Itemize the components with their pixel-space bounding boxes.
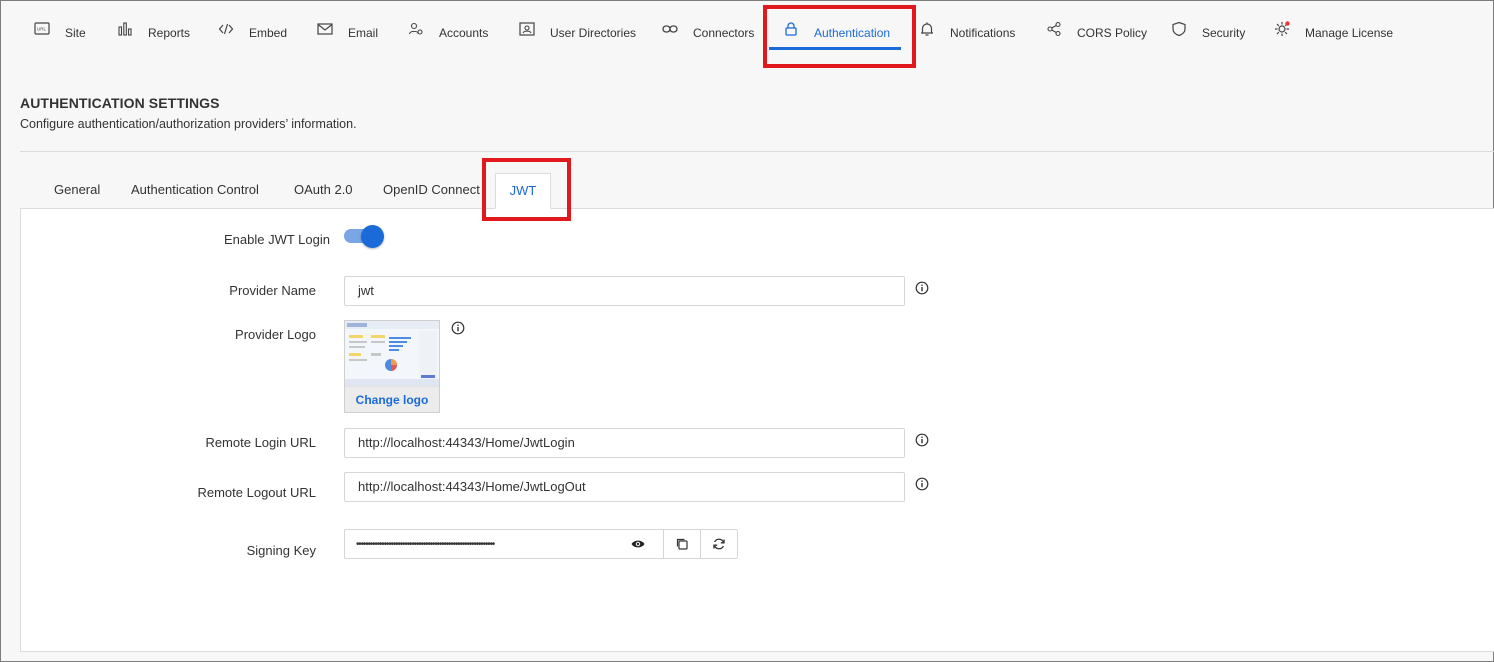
bell-icon bbox=[918, 20, 936, 38]
nav-label: Email bbox=[348, 26, 379, 40]
lock-icon bbox=[782, 20, 800, 38]
top-navigation: URL Site Reports Embed Email Accounts Us… bbox=[1, 1, 1493, 63]
nav-item-embed[interactable]: Embed bbox=[217, 15, 287, 49]
remote-login-info-icon[interactable] bbox=[915, 433, 929, 447]
shield-icon bbox=[1170, 20, 1188, 38]
link-icon bbox=[661, 20, 679, 38]
copy-icon bbox=[676, 538, 688, 550]
signing-key-label: Signing Key bbox=[246, 543, 316, 558]
code-icon bbox=[217, 20, 235, 38]
nav-label: Connectors bbox=[693, 26, 755, 40]
tab-jwt[interactable]: JWT bbox=[495, 173, 551, 209]
page-title: AUTHENTICATION SETTINGS bbox=[20, 95, 220, 111]
nav-label: User Directories bbox=[550, 26, 637, 40]
bar-chart-icon bbox=[116, 20, 134, 38]
nav-item-user-directories[interactable]: User Directories bbox=[518, 15, 636, 49]
show-key-button[interactable] bbox=[627, 535, 649, 553]
provider-name-label: Provider Name bbox=[229, 283, 316, 298]
page-subtitle: Configure authentication/authorization p… bbox=[20, 117, 357, 131]
signing-key-value: ••••••••••••••••••••••••••••••••••••••••… bbox=[356, 538, 495, 550]
nav-item-reports[interactable]: Reports bbox=[116, 15, 190, 49]
nav-label: Reports bbox=[148, 26, 191, 40]
refresh-icon bbox=[713, 538, 725, 550]
provider-logo-label: Provider Logo bbox=[235, 327, 316, 342]
nav-item-notifications[interactable]: Notifications bbox=[918, 15, 1015, 49]
url-icon: URL bbox=[33, 20, 51, 38]
email-icon bbox=[316, 20, 334, 38]
nav-item-cors-policy[interactable]: CORS Policy bbox=[1045, 15, 1147, 49]
remote-login-input[interactable]: http://localhost:44343/Home/JwtLogin bbox=[344, 428, 905, 458]
logo-thumbnail-image bbox=[345, 321, 439, 387]
users-gear-icon bbox=[407, 20, 425, 38]
nav-label: Security bbox=[1202, 26, 1246, 40]
nav-item-authentication[interactable]: Authentication bbox=[782, 15, 890, 49]
nav-item-security[interactable]: Security bbox=[1170, 15, 1245, 49]
remote-login-label: Remote Login URL bbox=[205, 435, 316, 450]
nav-item-connectors[interactable]: Connectors bbox=[661, 15, 754, 49]
provider-name-input[interactable]: jwt bbox=[344, 276, 905, 306]
tab-openid-connect[interactable]: OpenID Connect bbox=[383, 173, 480, 209]
license-gear-icon bbox=[1273, 20, 1291, 38]
nav-item-email[interactable]: Email bbox=[316, 15, 378, 49]
signing-key-input[interactable]: ••••••••••••••••••••••••••••••••••••••••… bbox=[345, 530, 663, 558]
change-logo-button[interactable]: Change logo bbox=[345, 387, 439, 412]
nav-label: Embed bbox=[249, 26, 288, 40]
remote-logout-info-icon[interactable] bbox=[915, 477, 929, 491]
signing-key-group: ••••••••••••••••••••••••••••••••••••••••… bbox=[344, 529, 738, 559]
nav-label: Accounts bbox=[439, 26, 489, 40]
copy-key-button[interactable] bbox=[663, 530, 700, 558]
nav-label: CORS Policy bbox=[1077, 26, 1148, 40]
active-tab-underline bbox=[769, 47, 901, 50]
nav-item-accounts[interactable]: Accounts bbox=[407, 15, 488, 49]
remote-logout-input[interactable]: http://localhost:44343/Home/JwtLogOut bbox=[344, 472, 905, 502]
tab-authentication-control[interactable]: Authentication Control bbox=[131, 173, 259, 209]
remote-logout-label: Remote Logout URL bbox=[197, 485, 316, 500]
id-card-icon bbox=[518, 20, 536, 38]
nav-label: Site bbox=[65, 26, 86, 40]
svg-text:URL: URL bbox=[37, 27, 46, 32]
nav-item-manage-license[interactable]: Manage License bbox=[1273, 15, 1393, 49]
regenerate-key-button[interactable] bbox=[700, 530, 737, 558]
enable-jwt-label: Enable JWT Login bbox=[224, 232, 330, 247]
tab-oauth[interactable]: OAuth 2.0 bbox=[294, 173, 353, 209]
header-divider bbox=[20, 151, 1494, 152]
provider-name-info-icon[interactable] bbox=[915, 281, 929, 295]
eye-icon bbox=[631, 540, 645, 548]
nav-label: Authentication bbox=[814, 26, 891, 40]
nav-item-site[interactable]: URL Site bbox=[33, 15, 86, 49]
provider-logo-info-icon[interactable] bbox=[451, 321, 465, 335]
provider-logo-preview: Change logo bbox=[344, 320, 440, 413]
toggle-knob bbox=[361, 225, 384, 248]
share-icon bbox=[1045, 20, 1063, 38]
enable-jwt-toggle[interactable] bbox=[344, 225, 384, 248]
nav-label: Notifications bbox=[950, 26, 1016, 40]
tab-general[interactable]: General bbox=[54, 173, 100, 209]
nav-label: Manage License bbox=[1305, 26, 1394, 40]
